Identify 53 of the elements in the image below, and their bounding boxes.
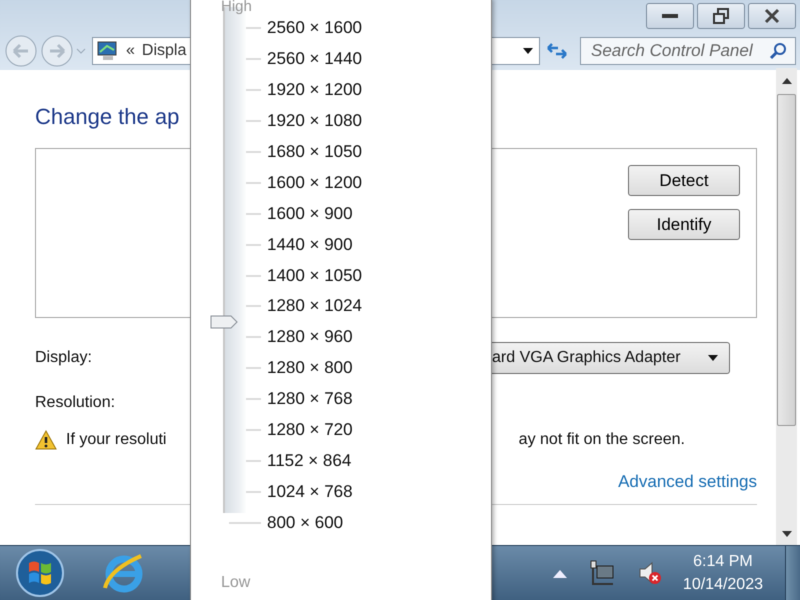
- minimize-button[interactable]: [646, 3, 694, 29]
- search-field[interactable]: Search Control Panel: [580, 37, 796, 65]
- search-icon[interactable]: [769, 42, 787, 60]
- resolution-option[interactable]: 1600 × 900: [267, 204, 353, 224]
- resolution-option[interactable]: 2560 × 1440: [267, 49, 362, 70]
- show-hidden-icons-icon[interactable]: [552, 568, 567, 578]
- resolution-option[interactable]: 1280 × 960: [267, 327, 353, 348]
- scroll-down-icon[interactable]: [782, 531, 792, 537]
- slider-low-label: Low: [221, 574, 250, 592]
- resolution-option[interactable]: 1280 × 1024: [267, 296, 362, 316]
- close-icon: [762, 7, 782, 25]
- resolution-option[interactable]: 800 × 600: [267, 512, 344, 533]
- vertical-scrollbar[interactable]: [776, 68, 797, 545]
- resolution-option[interactable]: 1600 × 1200: [267, 172, 362, 193]
- resolution-option[interactable]: 1280 × 800: [267, 358, 353, 378]
- resolution-option[interactable]: 1440 × 900: [267, 234, 353, 255]
- resolution-option[interactable]: 1920 × 1200: [267, 80, 362, 100]
- address-dropdown-icon[interactable]: [521, 46, 535, 56]
- resolution-option[interactable]: 1400 × 1050: [267, 266, 362, 286]
- breadcrumb-chevron[interactable]: «: [126, 42, 135, 60]
- minimize-icon: [662, 14, 678, 18]
- monitor-button[interactable]: Detect: [628, 165, 740, 196]
- resolution-option[interactable]: 1024 × 768: [267, 482, 353, 502]
- resolution-option[interactable]: 1920 × 1080: [267, 111, 362, 132]
- slider-high-label: High: [221, 0, 252, 15]
- page-heading: Change the ap: [35, 104, 180, 130]
- breadcrumb-item[interactable]: Displa: [142, 42, 186, 60]
- network-icon[interactable]: [588, 560, 615, 586]
- monitor-icon: [97, 40, 119, 62]
- warning-icon: [35, 430, 57, 450]
- restore-icon: [711, 7, 731, 25]
- field-label: Display:: [35, 349, 92, 367]
- advanced-settings-link[interactable]: Advanced settings: [618, 472, 757, 492]
- close-button[interactable]: [748, 3, 796, 29]
- warning-text: ay not fit on the screen.: [518, 431, 685, 449]
- display-dropdown[interactable]: ard VGA Graphics Adapter: [492, 342, 730, 374]
- field-label: Resolution:: [35, 394, 116, 412]
- monitor-button[interactable]: Identify: [628, 209, 740, 240]
- warning-text: If your resoluti: [66, 431, 166, 449]
- restore-button[interactable]: [697, 3, 745, 29]
- speaker-muted-icon[interactable]: [636, 560, 663, 586]
- resolution-option[interactable]: 1152 × 864: [267, 450, 352, 471]
- resolution-option[interactable]: 2560 × 1600: [267, 18, 362, 38]
- scrollbar-thumb[interactable]: [777, 94, 796, 426]
- slider-thumb[interactable]: [210, 314, 238, 330]
- resolution-option[interactable]: 1680 × 1050: [267, 142, 362, 162]
- start-button[interactable]: [15, 548, 65, 598]
- resolution-option[interactable]: 1280 × 720: [267, 420, 353, 440]
- scroll-up-icon[interactable]: [782, 78, 792, 84]
- dropdown-arrow-icon: [707, 354, 719, 362]
- clock[interactable]: 6:14 PM 10/14/2023: [682, 550, 763, 596]
- resolution-option[interactable]: 1280 × 768: [267, 389, 353, 410]
- show-desktop-button[interactable]: [785, 546, 800, 600]
